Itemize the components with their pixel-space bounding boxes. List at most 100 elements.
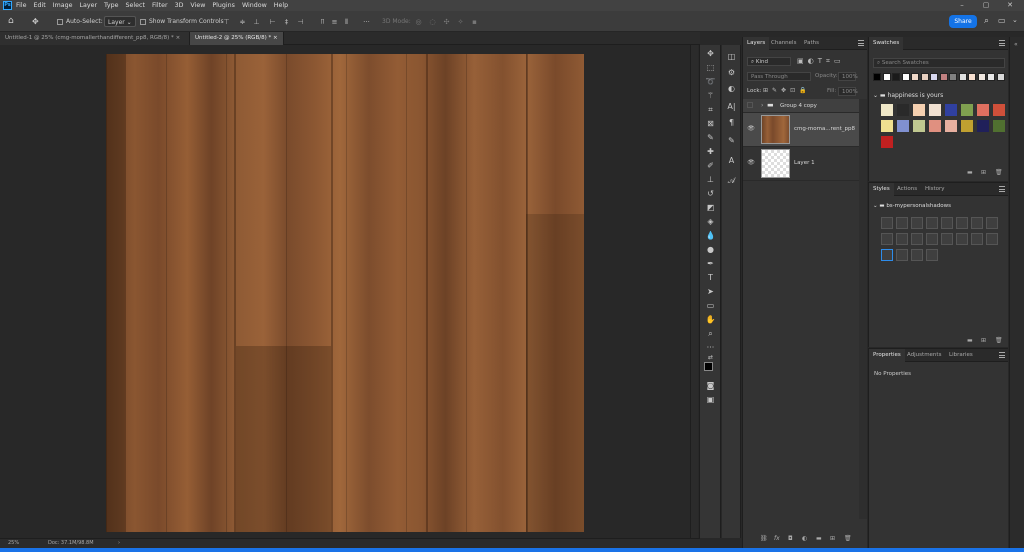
style-preset-swatch[interactable]: [896, 233, 908, 245]
frame-tool-icon[interactable]: ⊠: [704, 118, 717, 129]
link-layers-icon[interactable]: ⛓: [760, 535, 768, 542]
doc-size-info[interactable]: Doc: 37.1M/98.8M: [48, 539, 94, 548]
eraser-tool-icon[interactable]: ◩: [704, 202, 717, 213]
workspace-icon[interactable]: ▭: [998, 16, 1006, 25]
align-bottom-icon[interactable]: ⊥: [252, 18, 261, 26]
canvas-scrollbar[interactable]: [690, 45, 698, 538]
brush-tool-icon[interactable]: ✐: [704, 160, 717, 171]
style-preset-swatch[interactable]: [956, 217, 968, 229]
distribute-center-icon[interactable]: ≡: [330, 18, 339, 26]
tab-history[interactable]: History: [921, 183, 949, 196]
more-options-icon[interactable]: ···: [362, 18, 371, 26]
crop-tool-icon[interactable]: ⌗: [704, 104, 717, 115]
menu-type[interactable]: Type: [104, 2, 118, 9]
eyedropper-tool-icon[interactable]: ✎: [704, 132, 717, 143]
layer-filter-kind-dropdown[interactable]: ⌕ Kind: [747, 57, 791, 66]
style-preset-swatch[interactable]: [881, 233, 893, 245]
color-swatch[interactable]: [961, 104, 973, 116]
lock-icons[interactable]: ⊞✎✥⊡🔒: [763, 87, 811, 94]
menu-view[interactable]: View: [190, 2, 205, 9]
paragraph-panel-icon[interactable]: ¶: [725, 117, 738, 128]
tab-libraries[interactable]: Libraries: [945, 349, 977, 362]
glyphs-panel-icon[interactable]: A: [725, 155, 738, 166]
tab-channels[interactable]: Channels: [767, 37, 800, 50]
panel-menu-icon[interactable]: [858, 40, 864, 46]
zoom-level[interactable]: 25%: [8, 539, 19, 548]
tab-swatches[interactable]: Swatches: [869, 37, 904, 50]
menu-file[interactable]: File: [16, 2, 27, 9]
close-icon[interactable]: ×: [176, 35, 181, 41]
foreground-color-swatch[interactable]: [704, 362, 713, 371]
menu-image[interactable]: Image: [53, 2, 73, 9]
menu-plugins[interactable]: Plugins: [212, 2, 235, 9]
panel-menu-icon[interactable]: [999, 186, 1005, 192]
new-swatch-icon[interactable]: ⊞: [981, 169, 986, 176]
maximize-icon[interactable]: ▢: [974, 0, 998, 11]
quick-mask-icon[interactable]: ◙: [704, 380, 717, 391]
layer-row-image[interactable]: 👁 cmg-moma...rent_pp8: [743, 113, 859, 147]
dodge-tool-icon[interactable]: ●: [704, 244, 717, 255]
style-preset-swatch[interactable]: [881, 217, 893, 229]
close-icon[interactable]: ×: [273, 35, 278, 41]
color-swatch[interactable]: [913, 104, 925, 116]
recent-swatch[interactable]: [873, 73, 881, 81]
style-preset-swatch[interactable]: [881, 249, 893, 261]
recent-swatch[interactable]: [949, 73, 957, 81]
menu-3d[interactable]: 3D: [175, 2, 184, 9]
layer-row-empty[interactable]: 👁 Layer 1: [743, 147, 859, 181]
clone-stamp-tool-icon[interactable]: ⊥: [704, 174, 717, 185]
tab-actions[interactable]: Actions: [893, 183, 921, 196]
color-swatch[interactable]: [977, 120, 989, 132]
pen-tool-icon[interactable]: ✒: [704, 258, 717, 269]
delete-swatch-icon[interactable]: 🗑: [995, 169, 1003, 176]
style-preset-swatch[interactable]: [971, 233, 983, 245]
style-preset-swatch[interactable]: [911, 233, 923, 245]
workspace-dropdown-icon[interactable]: ⌄: [1012, 16, 1018, 24]
style-preset-swatch[interactable]: [926, 249, 938, 261]
style-preset-swatch[interactable]: [971, 217, 983, 229]
auto-select-checkbox[interactable]: Auto-Select:: [57, 16, 103, 27]
swatch-group-header[interactable]: ⌄ ▬ happiness is yours: [873, 92, 943, 99]
distribute-left-icon[interactable]: ⫴: [342, 18, 351, 26]
menu-layer[interactable]: Layer: [79, 2, 97, 9]
3d-roll-icon[interactable]: ◌: [428, 18, 437, 26]
add-mask-icon[interactable]: ◘: [788, 535, 793, 542]
style-preset-swatch[interactable]: [926, 217, 938, 229]
recent-swatch[interactable]: [977, 73, 986, 81]
layers-scrollbar[interactable]: [859, 99, 867, 519]
color-swatch[interactable]: [929, 104, 941, 116]
delete-layer-icon[interactable]: 🗑: [844, 535, 852, 542]
style-preset-swatch[interactable]: [941, 217, 953, 229]
style-group-header[interactable]: ⌄ ▬ bs-mypersonalshadows: [873, 203, 951, 209]
recent-swatch[interactable]: [882, 73, 891, 81]
character-panel-icon[interactable]: A|: [725, 101, 738, 112]
blur-tool-icon[interactable]: 💧: [704, 230, 717, 241]
color-swatch[interactable]: [897, 120, 909, 132]
style-preset-swatch[interactable]: [896, 217, 908, 229]
3d-orbit-icon[interactable]: ◎: [414, 18, 423, 26]
recent-swatch[interactable]: [930, 73, 938, 81]
expand-chevron-icon[interactable]: ›: [761, 102, 763, 109]
eye-icon[interactable]: 👁: [747, 159, 755, 166]
new-group-icon[interactable]: ▬: [967, 169, 973, 176]
layer-row-group[interactable]: › ▬ Group 4 copy: [743, 99, 859, 113]
style-preset-swatch[interactable]: [896, 249, 908, 261]
swatch-search-field[interactable]: ⌕ Search Swatches: [873, 58, 1005, 68]
fill-input[interactable]: 100%: [838, 87, 858, 96]
move-tool-icon[interactable]: ✥: [32, 16, 39, 27]
align-horizontal-center-icon[interactable]: ‡: [282, 18, 291, 26]
rectangle-tool-icon[interactable]: ▭: [704, 300, 717, 311]
align-top-icon[interactable]: ⊤: [222, 18, 231, 26]
opacity-input[interactable]: 100%: [838, 72, 858, 81]
color-swatch[interactable]: [945, 120, 957, 132]
status-menu-chevron-icon[interactable]: ›: [118, 539, 120, 548]
lasso-tool-icon[interactable]: ➰: [704, 76, 717, 87]
healing-brush-tool-icon[interactable]: ✚: [704, 146, 717, 157]
3d-slide-icon[interactable]: ✧: [456, 18, 465, 26]
style-preset-swatch[interactable]: [956, 233, 968, 245]
color-swatch[interactable]: [993, 120, 1005, 132]
brush-settings-icon[interactable]: ✎: [725, 135, 738, 146]
new-group-icon[interactable]: ▬: [816, 535, 822, 542]
menu-edit[interactable]: Edit: [34, 2, 46, 9]
color-swatch[interactable]: [977, 104, 989, 116]
